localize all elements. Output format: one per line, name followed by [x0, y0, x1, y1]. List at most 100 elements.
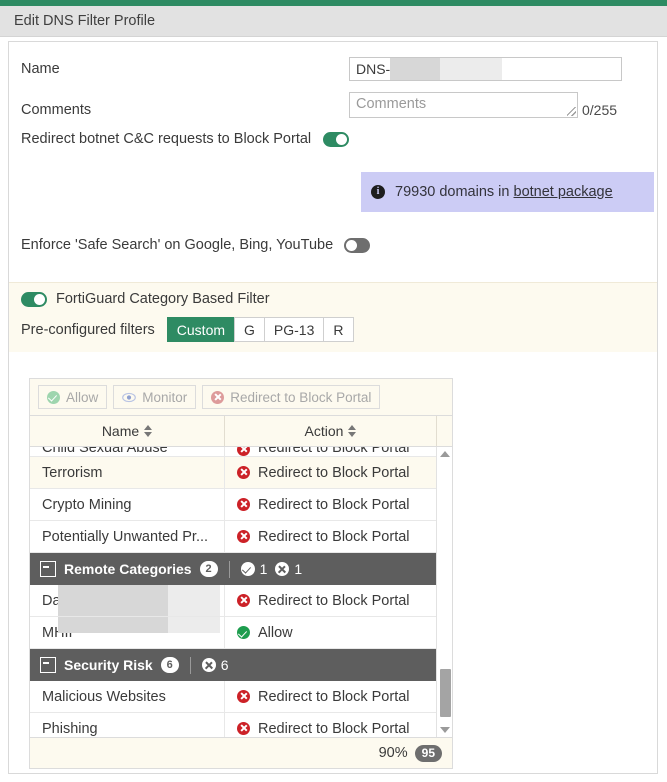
- row-name-cell: Dark: [30, 585, 225, 616]
- table-row[interactable]: Phishing Redirect to Block Portal: [30, 713, 452, 737]
- allow-button[interactable]: Allow: [38, 385, 107, 409]
- filter-option-pg13[interactable]: PG-13: [264, 317, 324, 342]
- row-action-cell: Redirect to Block Portal: [225, 713, 437, 737]
- row-action-label: Allow: [258, 625, 293, 641]
- block-circle-icon: [211, 391, 224, 404]
- toggle-knob: [336, 134, 347, 145]
- name-input-value: DNS-: [356, 61, 390, 77]
- check-circle-icon: [241, 562, 255, 576]
- row-action-label: Redirect to Block Portal: [258, 721, 410, 737]
- row-action-label: Redirect to Block Portal: [258, 689, 410, 705]
- allow-button-label: Allow: [66, 390, 98, 405]
- block-circle-icon: [237, 530, 250, 543]
- collapse-icon[interactable]: [40, 657, 56, 673]
- comments-row: Comments Comments 0/255: [9, 88, 657, 118]
- row-action-cell: Redirect to Block Portal: [225, 681, 437, 712]
- row-name-cell: Potentially Unwanted Pr...: [30, 521, 225, 552]
- botnet-package-link[interactable]: botnet package: [514, 184, 613, 200]
- row-name-cell: MHIF: [30, 617, 225, 648]
- botnet-redirect-label: Redirect botnet C&C requests to Block Po…: [9, 131, 323, 147]
- block-circle-icon: [237, 466, 250, 479]
- table-row[interactable]: Potentially Unwanted Pr... Redirect to B…: [30, 521, 452, 553]
- group-stat-block: 1: [275, 561, 302, 577]
- eye-icon: [122, 391, 136, 404]
- safe-search-toggle[interactable]: [344, 238, 370, 253]
- row-action-label: Redirect to Block Portal: [258, 497, 410, 513]
- name-redaction-block-2: [440, 58, 502, 80]
- name-label: Name: [9, 61, 349, 77]
- edit-profile-panel: Name DNS- Comments Comments 0/255 Redire…: [8, 41, 658, 774]
- check-circle-icon: [47, 391, 60, 404]
- monitor-button-label: Monitor: [142, 390, 187, 405]
- column-header-name-label: Name: [102, 423, 139, 439]
- fortiguard-toggle[interactable]: [21, 292, 47, 307]
- category-table-header: Name Action: [30, 416, 452, 447]
- group-count-badge: 2: [200, 561, 218, 577]
- fortiguard-title-row: FortiGuard Category Based Filter: [21, 291, 657, 307]
- block-circle-icon: [237, 447, 250, 456]
- resize-grip-icon[interactable]: [567, 107, 576, 116]
- filter-option-g[interactable]: G: [234, 317, 265, 342]
- name-row: Name DNS-: [9, 54, 657, 84]
- botnet-domain-count: 79930 domains in: [395, 184, 509, 200]
- scroll-up-arrow-icon[interactable]: [437, 447, 452, 461]
- table-row[interactable]: MHIF Allow: [30, 617, 452, 649]
- table-row[interactable]: Crypto Mining Redirect to Block Portal: [30, 489, 452, 521]
- sort-icon[interactable]: [348, 425, 356, 437]
- sort-icon[interactable]: [144, 425, 152, 437]
- preconfigured-filters-segmented: Custom G PG-13 R: [167, 317, 354, 342]
- divider: [190, 657, 191, 674]
- row-action-label: Redirect to Block Portal: [258, 529, 410, 545]
- block-circle-icon: [275, 562, 289, 576]
- botnet-redirect-row: Redirect botnet C&C requests to Block Po…: [9, 124, 657, 154]
- group-row-security-risk[interactable]: Security Risk 6 6: [30, 649, 452, 681]
- redirect-block-portal-button[interactable]: Redirect to Block Portal: [202, 385, 380, 409]
- group-stat-allow-value: 1: [260, 561, 268, 577]
- row-action-label: Redirect to Block Portal: [258, 593, 410, 609]
- row-action-cell: Redirect to Block Portal: [225, 457, 437, 488]
- toggle-knob: [346, 240, 357, 251]
- check-circle-icon: [237, 626, 250, 639]
- scroll-down-arrow-icon[interactable]: [437, 723, 452, 737]
- comments-placeholder: Comments: [356, 96, 426, 112]
- category-table-body: Child Sexual Abuse Redirect to Block Por…: [30, 447, 452, 737]
- category-table: Allow Monitor Redirect to Block Portal N…: [29, 378, 453, 769]
- comments-label: Comments: [9, 102, 349, 118]
- row-name-cell: Terrorism: [30, 457, 225, 488]
- footer-count-badge: 95: [415, 745, 442, 762]
- table-row[interactable]: Malicious Websites Redirect to Block Por…: [30, 681, 452, 713]
- category-table-toolbar: Allow Monitor Redirect to Block Portal: [30, 379, 452, 416]
- group-label: Remote Categories: [64, 561, 192, 577]
- column-header-action[interactable]: Action: [225, 416, 437, 446]
- botnet-info-box: i 79930 domains in botnet package: [361, 172, 654, 212]
- row-action-label: Redirect to Block Portal: [258, 447, 410, 456]
- page-title: Edit DNS Filter Profile: [14, 13, 155, 29]
- table-vertical-scrollbar[interactable]: [436, 447, 452, 737]
- table-row[interactable]: Dark Redirect to Block Portal: [30, 585, 452, 617]
- row-action-cell: Redirect to Block Portal: [225, 585, 437, 616]
- filter-option-custom[interactable]: Custom: [167, 317, 235, 342]
- group-label: Security Risk: [64, 657, 153, 673]
- group-row-remote-categories[interactable]: Remote Categories 2 1 1: [30, 553, 452, 585]
- group-stat-allow: 1: [241, 561, 268, 577]
- divider: [229, 561, 230, 578]
- block-circle-icon: [237, 498, 250, 511]
- scrollbar-thumb[interactable]: [440, 669, 451, 717]
- fortiguard-title: FortiGuard Category Based Filter: [56, 291, 270, 307]
- column-header-name[interactable]: Name: [30, 416, 225, 446]
- row-redaction-block: [58, 585, 168, 616]
- comments-input[interactable]: Comments: [349, 92, 578, 118]
- monitor-button[interactable]: Monitor: [113, 385, 196, 409]
- botnet-redirect-toggle[interactable]: [323, 132, 349, 147]
- collapse-icon[interactable]: [40, 561, 56, 577]
- row-name-cell: Crypto Mining: [30, 489, 225, 520]
- row-action-cell: Redirect to Block Portal: [225, 447, 437, 456]
- table-row[interactable]: Child Sexual Abuse Redirect to Block Por…: [30, 447, 452, 457]
- block-circle-icon: [202, 658, 216, 672]
- filter-option-r[interactable]: R: [323, 317, 353, 342]
- group-stat-block-value: 6: [221, 657, 229, 673]
- row-action-label: Redirect to Block Portal: [258, 465, 410, 481]
- table-row[interactable]: Terrorism Redirect to Block Portal: [30, 457, 452, 489]
- row-action-cell: Allow: [225, 617, 437, 648]
- name-input[interactable]: DNS-: [349, 57, 622, 81]
